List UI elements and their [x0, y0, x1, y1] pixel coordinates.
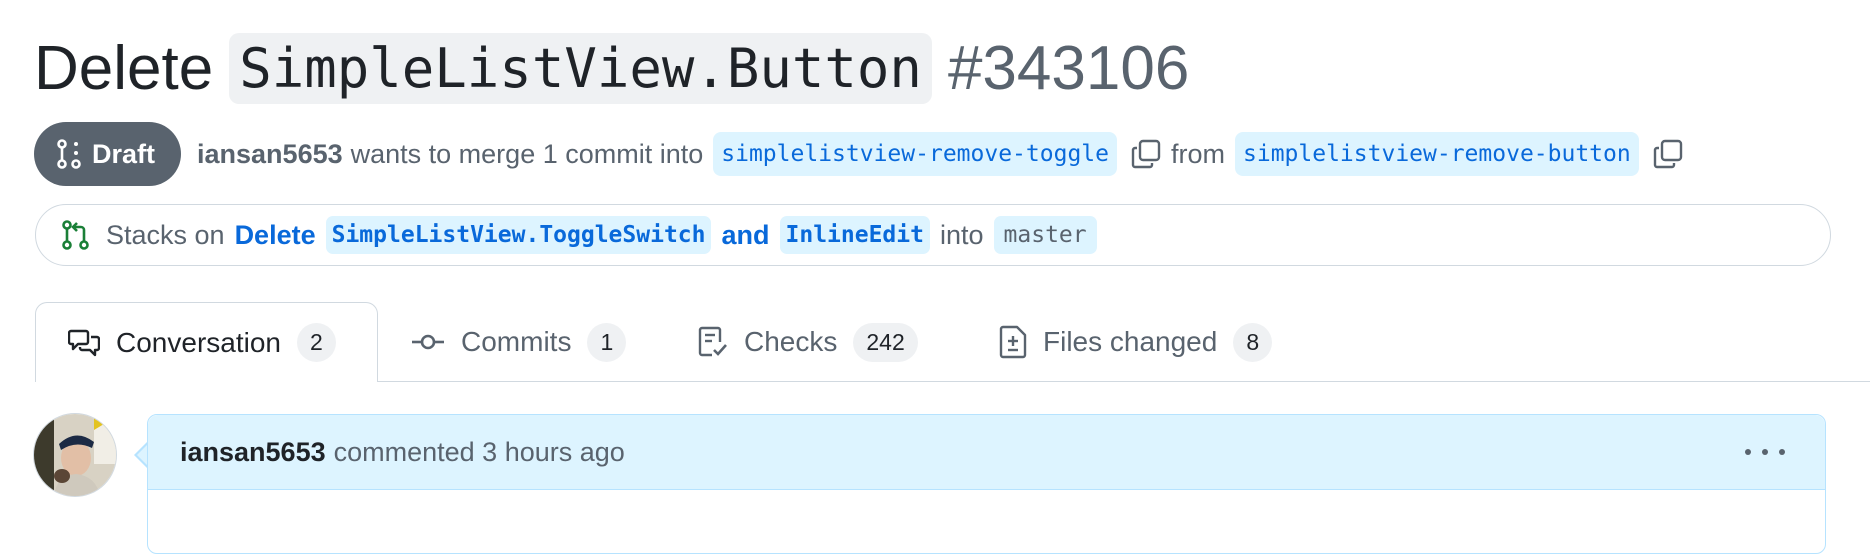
stack-prefix: Stacks on — [106, 219, 225, 250]
tab-conversation[interactable]: Conversation 2 — [35, 302, 378, 382]
pr-title-code: SimpleListView.Button — [229, 32, 932, 104]
stack-pr-link-code[interactable]: SimpleListView.ToggleSwitch — [325, 216, 712, 254]
tab-label: Conversation — [116, 326, 281, 358]
comment-discussion-icon — [68, 328, 100, 358]
pr-number: #343106 — [947, 33, 1190, 103]
draft-label: Draft — [92, 138, 156, 169]
tab-label: Files changed — [1043, 326, 1218, 357]
comment-timestamp[interactable]: commented 3 hours ago — [334, 437, 625, 468]
git-pull-request-draft-icon — [57, 139, 81, 169]
from-text: from — [1171, 138, 1225, 169]
tab-commits[interactable]: Commits 1 — [411, 302, 627, 382]
stack-pr-link-code[interactable]: InlineEdit — [779, 216, 930, 254]
comment-card: iansan5653 commented 3 hours ago — [147, 414, 1826, 554]
tab-counter: 2 — [296, 323, 336, 362]
copy-icon[interactable] — [1131, 139, 1161, 169]
pr-author-link[interactable]: iansan5653 — [197, 139, 343, 170]
comment-author-link[interactable]: iansan5653 — [180, 437, 326, 468]
tab-counter: 242 — [853, 322, 918, 362]
head-branch[interactable]: simplelistview-remove-button — [1235, 132, 1639, 176]
tab-label: Checks — [744, 326, 838, 357]
copy-icon[interactable] — [1653, 139, 1683, 169]
git-pull-request-icon — [62, 220, 90, 250]
stack-into-text: into — [939, 219, 984, 250]
checklist-icon — [698, 326, 728, 358]
tab-checks[interactable]: Checks 242 — [698, 302, 918, 382]
comment-header: iansan5653 commented 3 hours ago — [148, 415, 1825, 490]
pr-title-text: Delete — [34, 33, 214, 103]
avatar[interactable] — [33, 413, 117, 497]
base-branch[interactable]: simplelistview-remove-toggle — [713, 132, 1117, 176]
stack-pr-link-word[interactable]: and — [721, 220, 769, 251]
stack-pr-link-word[interactable]: Delete — [235, 220, 316, 251]
tab-counter: 1 — [587, 322, 627, 362]
pr-meta: Draft iansan5653 wants to merge 1 commit… — [34, 122, 1687, 186]
stack-target-branch[interactable]: master — [993, 216, 1097, 254]
tab-label: Commits — [461, 326, 572, 357]
pr-title: Delete SimpleListView.Button #343106 — [34, 28, 1189, 108]
kebab-horizontal-icon[interactable] — [1745, 437, 1785, 467]
file-diff-icon — [999, 325, 1027, 359]
git-commit-icon — [411, 332, 445, 352]
stack-banner: Stacks on Delete SimpleListView.ToggleSw… — [35, 204, 1831, 266]
merge-description: wants to merge 1 commit into — [350, 138, 704, 169]
draft-status-badge: Draft — [34, 122, 182, 186]
tab-files-changed[interactable]: Files changed 8 — [999, 302, 1273, 382]
tab-counter: 8 — [1233, 322, 1273, 362]
